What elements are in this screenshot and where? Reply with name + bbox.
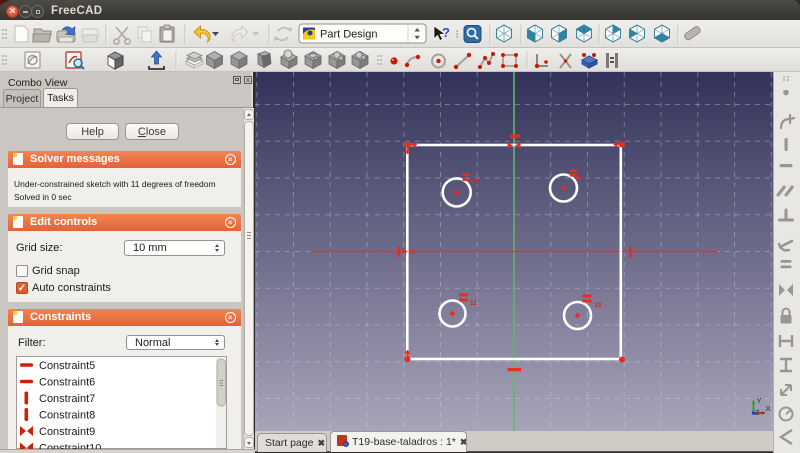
svg-text:Constraint8: Constraint8 — [39, 410, 95, 422]
svg-text:Part Design: Part Design — [320, 29, 377, 41]
svg-text:?: ? — [442, 25, 450, 40]
svg-text:Z: Z — [755, 408, 760, 417]
svg-text:Y: Y — [757, 396, 762, 405]
svg-text:11: 11 — [470, 300, 477, 307]
svg-text:12: 12 — [574, 174, 582, 181]
svg-text:Constraint9: Constraint9 — [39, 426, 95, 438]
svg-text:12: 12 — [472, 179, 480, 186]
svg-text:Constraint5: Constraint5 — [39, 360, 95, 372]
svg-text:Constraint7: Constraint7 — [39, 393, 95, 405]
svg-text:13: 13 — [594, 302, 602, 309]
svg-text:X: X — [766, 404, 771, 413]
svg-text:Constraint6: Constraint6 — [39, 377, 95, 389]
